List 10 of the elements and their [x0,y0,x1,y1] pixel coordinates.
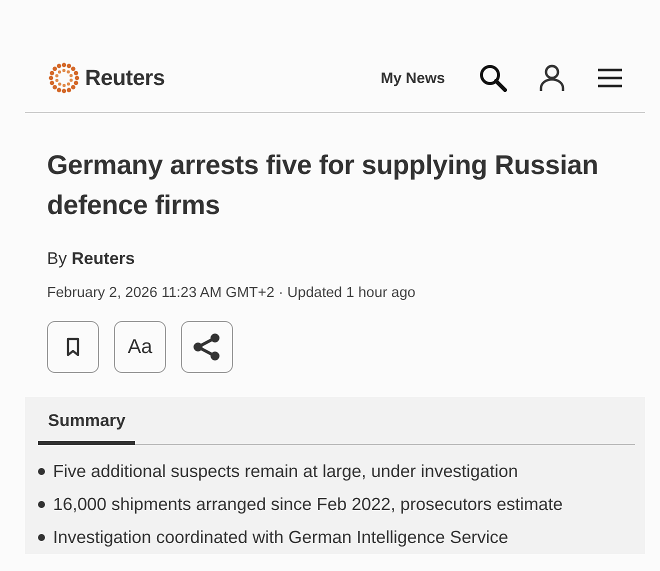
summary-point: 16,000 shipments arranged since Feb 2022, prosecutors estimate [53,493,563,516]
summary-point: Five additional suspects remain at large, under investigation [53,460,518,483]
summary-point: Investigation coordinated with German Intelligence Service [53,526,508,549]
font-size-button[interactable]: Aa [114,321,166,373]
byline: By Reuters [47,249,136,269]
summary-tab[interactable]: Summary [38,407,136,445]
article-headline: Germany arrests five for supplying Russian defence firms [47,149,600,222]
my-news-link[interactable]: My News [380,70,445,86]
article-dateline: February 2, 2026 11:23 AM GMT+2 · Updated 1 hour ago [47,285,416,301]
brand-name[interactable]: Reuters [85,65,165,91]
